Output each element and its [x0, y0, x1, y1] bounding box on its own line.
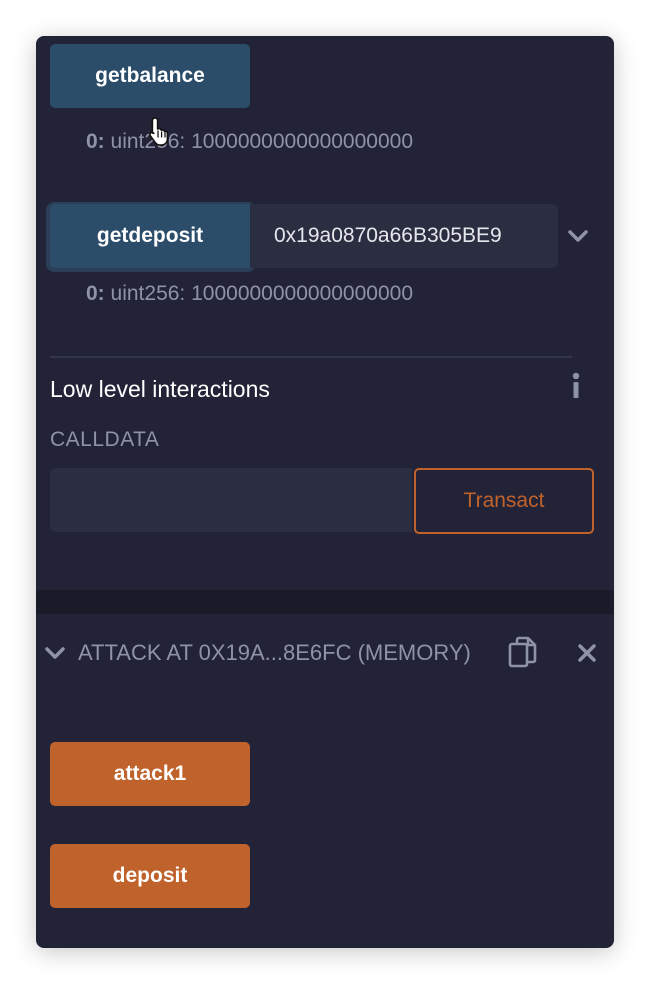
- getdeposit-result: 0: uint256: 1000000000000000000: [86, 282, 413, 306]
- getdeposit-result-index: 0:: [86, 282, 105, 305]
- hand-pointer-icon: [149, 117, 169, 146]
- getdeposit-button[interactable]: getdeposit: [50, 204, 250, 268]
- instance-header[interactable]: ATTACK AT 0X19A...8E6FC (MEMORY): [36, 626, 614, 682]
- deposit-label: deposit: [112, 864, 188, 887]
- getbalance-label: getbalance: [95, 64, 205, 87]
- transact-button[interactable]: Transact: [414, 468, 594, 534]
- instance-separator: [36, 590, 614, 614]
- getdeposit-address-value: 0x19a0870a66B305BE9: [274, 224, 502, 247]
- chevron-down-icon[interactable]: [44, 644, 66, 662]
- getbalance-result: 0: uint256: 1000000000000000000: [86, 130, 413, 154]
- instance-title: ATTACK AT 0X19A...8E6FC (MEMORY): [78, 640, 471, 665]
- getdeposit-address-input[interactable]: 0x19a0870a66B305BE9: [250, 204, 558, 268]
- deployed-contracts-panel: getbalance 0: uint256: 10000000000000000…: [36, 36, 614, 948]
- getdeposit-result-value: uint256: 1000000000000000000: [110, 282, 414, 305]
- info-icon[interactable]: [568, 372, 584, 400]
- close-icon[interactable]: [576, 642, 598, 664]
- attack1-button[interactable]: attack1: [50, 742, 250, 806]
- transact-label: Transact: [463, 489, 545, 512]
- attack1-label: attack1: [113, 762, 187, 785]
- getbalance-result-index: 0:: [86, 130, 105, 153]
- getbalance-button[interactable]: getbalance: [50, 44, 250, 108]
- chevron-down-icon[interactable]: [566, 226, 590, 246]
- section-divider: [50, 356, 572, 358]
- copy-icon[interactable]: [508, 636, 538, 670]
- calldata-input[interactable]: [50, 468, 412, 532]
- calldata-label: CALLDATA: [50, 428, 160, 451]
- getdeposit-label: getdeposit: [96, 224, 204, 247]
- deposit-button[interactable]: deposit: [50, 844, 250, 908]
- low-level-title: Low level interactions: [50, 376, 270, 402]
